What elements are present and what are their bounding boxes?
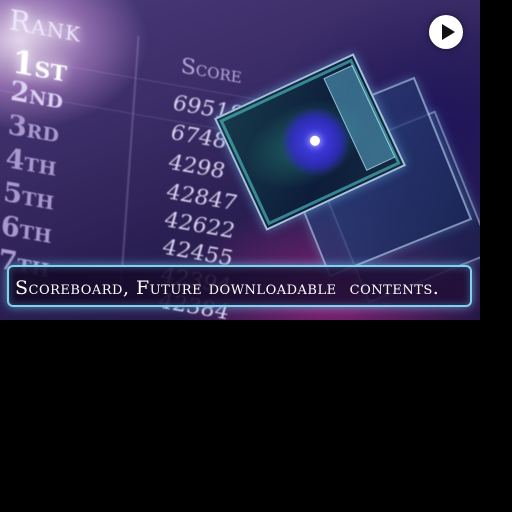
play-button[interactable] [429, 15, 463, 49]
rank-cell: 5th [2, 176, 56, 217]
score-cell: 4298 [168, 149, 226, 185]
rank-cell: 3rd [6, 109, 61, 150]
caption-text: Scoreboard, Future downloadable contents… [15, 277, 440, 299]
play-icon [442, 24, 455, 40]
rank-cell: 4th [4, 143, 58, 183]
rank-header: Rank [8, 3, 83, 49]
gameplay-screenshots [214, 53, 480, 304]
caption-banner: Scoreboard, Future downloadable contents… [7, 265, 472, 307]
rank-cell: 6th [0, 210, 53, 251]
game-promo-screen: Rank Score 1st 2nd 69518 3rd 67487 4th 4… [0, 0, 480, 320]
